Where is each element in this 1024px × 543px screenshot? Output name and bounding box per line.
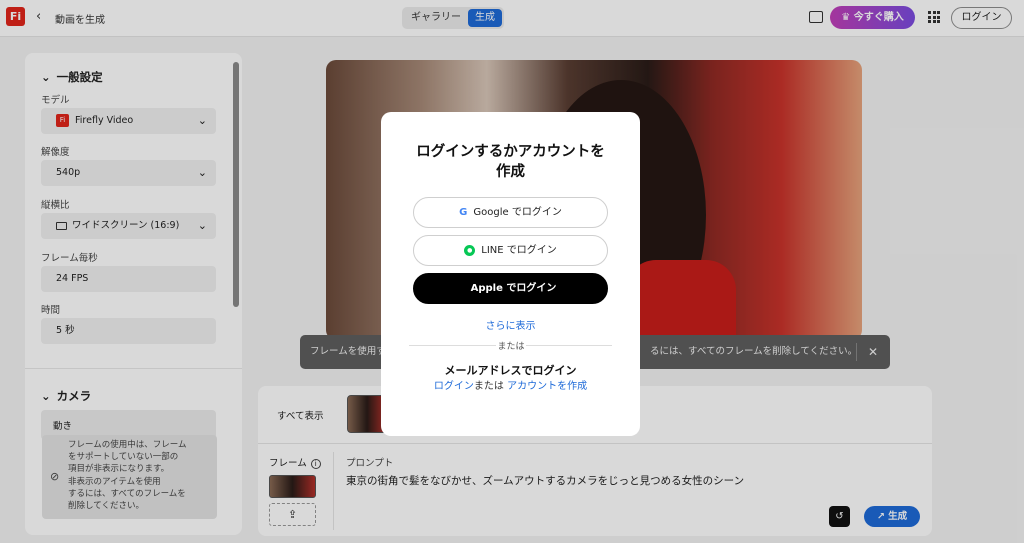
- line-login-label: LINE でログイン: [481, 245, 557, 256]
- dialog-title: ログインするかアカウントを 作成: [401, 142, 620, 182]
- show-more-link[interactable]: さらに表示: [381, 317, 640, 332]
- or-label: または: [496, 339, 526, 352]
- login-dialog: ログインするかアカウントを 作成 G Google でログイン ● LINE でログイ…: [381, 112, 640, 436]
- google-icon: G: [459, 207, 468, 218]
- line-login-button[interactable]: ● LINE でログイン: [413, 235, 608, 266]
- google-login-button[interactable]: G Google でログイン: [413, 197, 608, 228]
- apple-login-label: Apple でログイン: [470, 283, 557, 294]
- google-login-label: Google でログイン: [473, 207, 562, 218]
- create-account-link[interactable]: アカウントを作成: [507, 381, 587, 392]
- apple-login-button[interactable]: Apple でログイン: [413, 273, 608, 304]
- dialog-title-line: ログインするかアカウントを: [416, 144, 605, 160]
- or-text: または: [473, 381, 504, 392]
- email-links: ログインまたは アカウントを作成: [381, 377, 640, 392]
- line-icon: ●: [464, 244, 476, 256]
- email-login-heading: メールアドレスでログイン: [444, 364, 577, 377]
- email-login-link[interactable]: ログイン: [434, 381, 474, 392]
- dialog-title-line: 作成: [496, 164, 525, 180]
